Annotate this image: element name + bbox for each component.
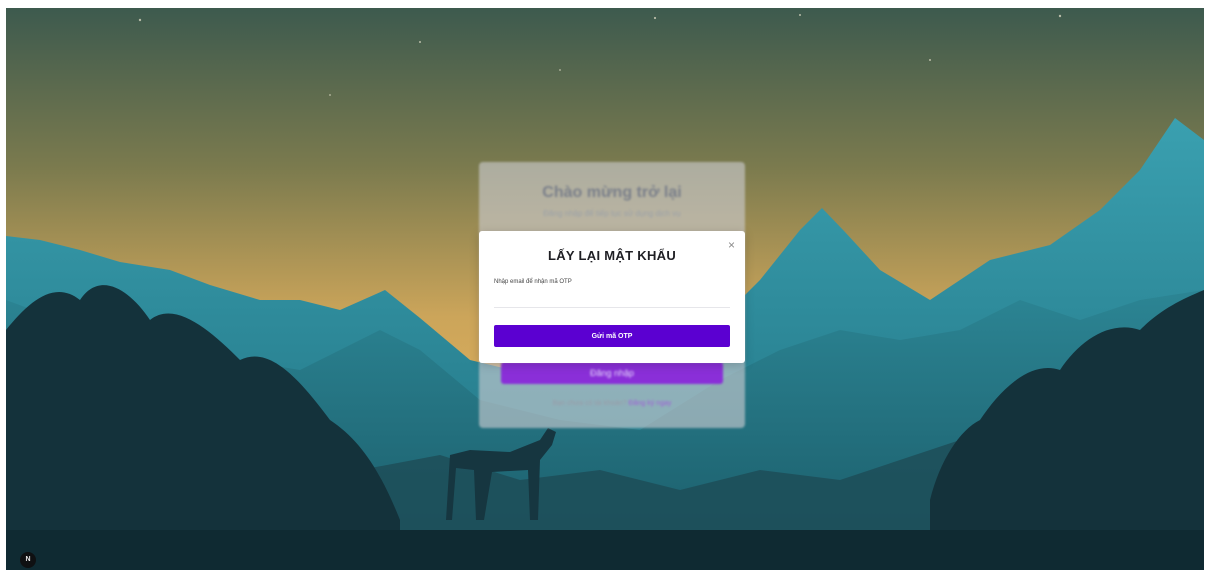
forgot-password-modal: × LẤY LẠI MẬT KHẨU Nhập email để nhận mã… — [479, 231, 745, 363]
signup-link: Đăng ký ngay — [628, 400, 672, 407]
send-otp-button[interactable]: Gửi mã OTP — [494, 325, 730, 347]
login-footer-text: Bạn chưa có tài khoản? — [552, 400, 627, 407]
email-field[interactable] — [494, 289, 730, 308]
app-badge-icon[interactable]: N — [20, 552, 36, 568]
login-subtitle: Đăng nhập để tiếp tục sử dụng dịch vụ — [543, 209, 681, 218]
modal-title: LẤY LẠI MẬT KHẨU — [547, 248, 677, 263]
email-label: Nhập email để nhận mã OTP — [494, 279, 572, 285]
login-title: Chào mừng trở lại — [542, 184, 682, 201]
login-button: Đăng nhập — [501, 362, 723, 384]
login-footer: Bạn chưa có tài khoản? Đăng ký ngay — [479, 400, 745, 407]
